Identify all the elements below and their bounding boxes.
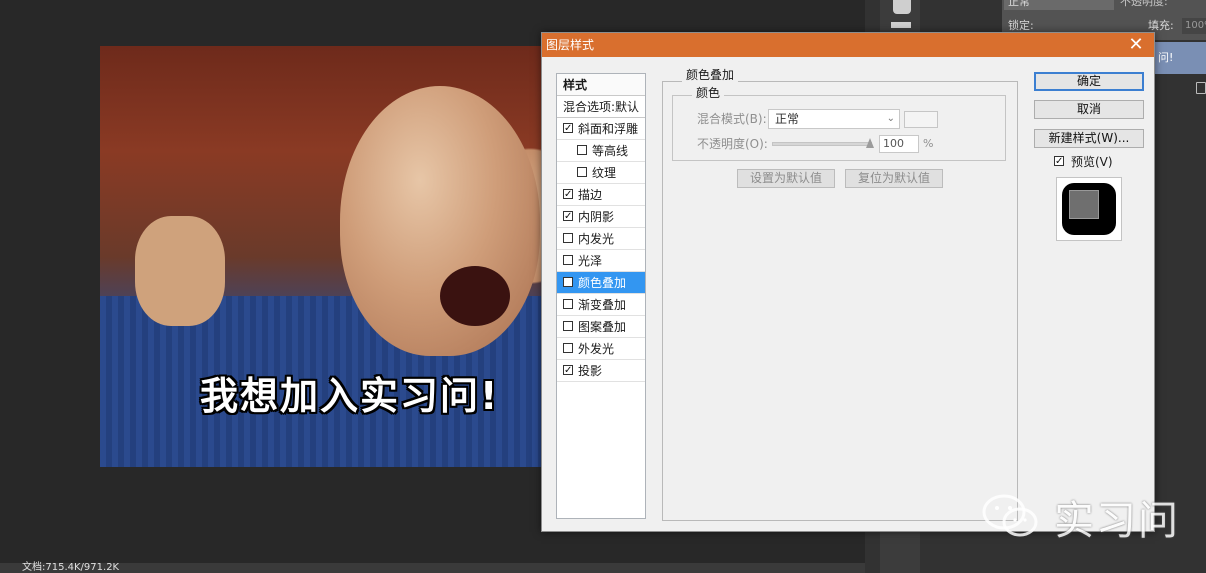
style-item[interactable]: 纹理 — [557, 162, 645, 184]
blend-options-item[interactable]: 混合选项:默认 — [557, 96, 645, 118]
chevron-down-icon: ⌄ — [886, 113, 895, 124]
overlay-color-swatch[interactable] — [904, 111, 938, 128]
style-item[interactable]: ✓ 描边 — [557, 184, 645, 206]
style-item[interactable]: ✓ 斜面和浮雕 — [557, 118, 645, 140]
style-item-checkbox[interactable] — [577, 167, 587, 177]
style-item-label: 纹理 — [592, 166, 617, 180]
style-item[interactable]: 颜色叠加 — [557, 272, 645, 294]
style-item-label: 投影 — [578, 364, 603, 378]
blend-mode-label: 混合模式(B): — [697, 112, 767, 126]
preview-inner-shape — [1069, 190, 1099, 219]
style-item-checkbox[interactable] — [563, 233, 573, 243]
style-item-label: 图案叠加 — [578, 320, 627, 334]
style-item-checkbox[interactable]: ✓ — [563, 211, 573, 222]
fill-input[interactable]: 100% — [1182, 18, 1206, 34]
layer-opacity-label: 不透明度: — [1120, 0, 1168, 8]
close-icon[interactable]: ✕ — [1126, 34, 1146, 56]
trash-icon[interactable] — [1196, 82, 1206, 94]
dialog-title: 图层样式 — [546, 38, 595, 52]
opacity-unit: % — [923, 137, 934, 150]
image-head — [340, 86, 540, 356]
layer-row[interactable]: 问! — [1155, 42, 1206, 74]
style-item-checkbox[interactable] — [563, 321, 573, 331]
style-item-label: 等高线 — [592, 144, 629, 158]
style-item[interactable]: 内发光 — [557, 228, 645, 250]
style-item[interactable]: 图案叠加 — [557, 316, 645, 338]
new-style-button[interactable]: 新建样式(W)... — [1034, 129, 1144, 148]
style-item-checkbox[interactable] — [577, 145, 587, 155]
style-item-checkbox[interactable] — [563, 277, 573, 287]
style-item[interactable]: ✓ 内阴影 — [557, 206, 645, 228]
style-item[interactable]: 外发光 — [557, 338, 645, 360]
document-size-status: 文档:715.4K/971.2K — [22, 562, 120, 573]
style-item-label: 斜面和浮雕 — [578, 122, 639, 136]
adjustments-icon[interactable] — [891, 22, 911, 28]
blend-mode-value: 正常 — [775, 112, 800, 126]
image-hand — [135, 216, 225, 326]
reset-default-button[interactable]: 复位为默认值 — [845, 169, 943, 188]
layer-blend-mode-select[interactable]: 正常 — [1004, 0, 1114, 10]
style-item[interactable]: 等高线 — [557, 140, 645, 162]
style-item-checkbox[interactable]: ✓ — [563, 123, 573, 134]
layer-style-dialog: 图层样式 ✕ 样式 混合选项:默认 ✓ 斜面和浮雕等高线纹理 ✓ 描边 ✓ 内阴影内发光光… — [541, 32, 1155, 532]
style-item-checkbox[interactable]: ✓ — [563, 189, 573, 200]
style-item-label: 颜色叠加 — [578, 276, 627, 290]
set-default-button[interactable]: 设置为默认值 — [737, 169, 835, 188]
style-item-label: 内阴影 — [578, 210, 615, 224]
blend-mode-select[interactable]: 正常 ⌄ — [768, 109, 900, 129]
style-item-label: 渐变叠加 — [578, 298, 627, 312]
styles-list: 样式 混合选项:默认 ✓ 斜面和浮雕等高线纹理 ✓ 描边 ✓ 内阴影内发光光泽颜色叠加渐变… — [556, 73, 646, 519]
lightbulb-icon[interactable] — [893, 0, 911, 14]
color-subgroup-title: 颜色 — [692, 85, 725, 101]
preview-label: 预览(V) — [1071, 155, 1113, 169]
style-item-checkbox[interactable] — [563, 255, 573, 265]
watermark: 实习问 — [982, 484, 1182, 544]
style-item-label: 描边 — [578, 188, 603, 202]
style-item[interactable]: 光泽 — [557, 250, 645, 272]
style-item[interactable]: 渐变叠加 — [557, 294, 645, 316]
styles-list-header[interactable]: 样式 — [557, 74, 645, 96]
style-item-label: 光泽 — [578, 254, 603, 268]
style-item-checkbox[interactable]: ✓ — [563, 365, 573, 376]
cancel-button[interactable]: 取消 — [1034, 100, 1144, 119]
status-bar: 文档:715.4K/971.2K — [0, 563, 865, 573]
watermark-text: 实习问 — [1054, 498, 1180, 544]
wechat-icon — [982, 494, 1038, 537]
preview-checkbox-box[interactable]: ✓ — [1054, 156, 1064, 167]
image-mouth — [440, 266, 510, 326]
opacity-slider[interactable] — [772, 142, 872, 146]
image-caption: 我想加入实习问! — [200, 374, 500, 418]
style-item-label: 内发光 — [578, 232, 615, 246]
style-item-label: 外发光 — [578, 342, 615, 356]
style-preview-thumbnail — [1056, 177, 1122, 241]
ok-button[interactable]: 确定 — [1034, 72, 1144, 91]
style-item-checkbox[interactable] — [563, 299, 573, 309]
dialog-titlebar[interactable]: 图层样式 ✕ — [542, 33, 1154, 57]
opacity-label: 不透明度(O): — [697, 137, 768, 151]
color-overlay-title: 颜色叠加 — [682, 67, 739, 83]
style-item-checkbox[interactable] — [563, 343, 573, 353]
style-item[interactable]: ✓ 投影 — [557, 360, 645, 382]
opacity-input[interactable]: 100 — [879, 135, 919, 153]
